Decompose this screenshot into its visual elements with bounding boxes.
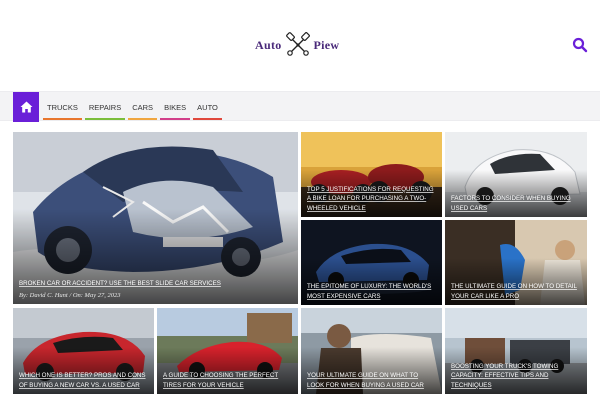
- nav-underline: [193, 118, 222, 120]
- post-caption: TOP 5 JUSTIFICATIONS FOR REQUESTING A BI…: [307, 185, 434, 214]
- post-card[interactable]: THE ULTIMATE GUIDE ON HOW TO DETAIL YOUR…: [445, 220, 587, 305]
- nav-item-trucks[interactable]: TRUCKS: [42, 92, 83, 122]
- post-caption: THE EPITOME OF LUXURY: THE WORLD'S MOST …: [307, 282, 434, 301]
- post-title[interactable]: A GUIDE TO CHOOSING THE PERFECT TIRES FO…: [163, 371, 290, 390]
- nav-item-auto[interactable]: AUTO: [192, 92, 223, 122]
- home-icon: [20, 101, 32, 113]
- post-meta: By: David C. Hunt / On: May 27, 2023: [19, 291, 290, 301]
- nav-item-label: BIKES: [164, 102, 187, 112]
- post-title[interactable]: WHICH ONE IS BETTER? PROS AND CONS OF BU…: [19, 371, 146, 390]
- nav-underline: [43, 118, 82, 120]
- nav-item-label: TRUCKS: [47, 102, 78, 112]
- featured-caption: BROKEN CAR OR ACCIDENT? USE THE BEST SLI…: [19, 279, 290, 300]
- post-card[interactable]: THE EPITOME OF LUXURY: THE WORLD'S MOST …: [301, 220, 442, 305]
- post-title[interactable]: BOOSTING YOUR TRUCK'S TOWING CAPACITY: E…: [451, 362, 579, 391]
- post-date: On: May 27, 2023: [72, 291, 121, 299]
- post-title[interactable]: THE ULTIMATE GUIDE ON HOW TO DETAIL YOUR…: [451, 282, 579, 301]
- post-caption: WHICH ONE IS BETTER? PROS AND CONS OF BU…: [19, 371, 146, 390]
- post-card[interactable]: BOOSTING YOUR TRUCK'S TOWING CAPACITY: E…: [445, 308, 587, 394]
- site-logo[interactable]: Auto Piew: [255, 32, 339, 58]
- post-caption: THE ULTIMATE GUIDE ON HOW TO DETAIL YOUR…: [451, 282, 579, 301]
- post-caption: BOOSTING YOUR TRUCK'S TOWING CAPACITY: E…: [451, 362, 579, 391]
- nav-underline: [160, 118, 191, 120]
- post-card[interactable]: WHICH ONE IS BETTER? PROS AND CONS OF BU…: [13, 308, 154, 394]
- post-caption: FACTORS TO CONSIDER WHEN BUYING USED CAR…: [451, 194, 579, 213]
- post-card[interactable]: TOP 5 JUSTIFICATIONS FOR REQUESTING A BI…: [301, 132, 442, 217]
- nav-item-label: AUTO: [197, 102, 218, 112]
- post-title[interactable]: FACTORS TO CONSIDER WHEN BUYING USED CAR…: [451, 194, 579, 213]
- post-card[interactable]: YOUR ULTIMATE GUIDE ON WHAT TO LOOK FOR …: [301, 308, 442, 394]
- post-title[interactable]: BROKEN CAR OR ACCIDENT? USE THE BEST SLI…: [19, 279, 290, 289]
- nav-underline: [128, 118, 158, 120]
- nav-underline: [84, 118, 126, 120]
- post-caption: YOUR ULTIMATE GUIDE ON WHAT TO LOOK FOR …: [307, 371, 434, 390]
- post-title[interactable]: THE EPITOME OF LUXURY: THE WORLD'S MOST …: [307, 282, 434, 301]
- post-author[interactable]: By: David C. Hunt: [19, 292, 68, 299]
- site-header: Auto Piew: [0, 0, 600, 90]
- nav-item-label: REPAIRS: [88, 102, 122, 112]
- post-title[interactable]: YOUR ULTIMATE GUIDE ON WHAT TO LOOK FOR …: [307, 371, 434, 390]
- logo-text-left: Auto: [255, 37, 282, 52]
- featured-post[interactable]: BROKEN CAR OR ACCIDENT? USE THE BEST SLI…: [13, 132, 298, 304]
- home-button[interactable]: [13, 92, 39, 122]
- post-card[interactable]: FACTORS TO CONSIDER WHEN BUYING USED CAR…: [445, 132, 587, 217]
- post-card[interactable]: A GUIDE TO CHOOSING THE PERFECT TIRES FO…: [157, 308, 298, 394]
- nav-item-cars[interactable]: CARS: [127, 92, 158, 122]
- nav-item-repairs[interactable]: REPAIRS: [84, 92, 126, 122]
- nav-item-label: CARS: [132, 102, 154, 112]
- main-navigation: TRUCKS REPAIRS CARS BIKES AUTO: [0, 91, 600, 122]
- post-title[interactable]: TOP 5 JUSTIFICATIONS FOR REQUESTING A BI…: [307, 185, 434, 214]
- meta-separator: /: [69, 291, 72, 299]
- search-icon[interactable]: [572, 37, 588, 53]
- post-caption: A GUIDE TO CHOOSING THE PERFECT TIRES FO…: [163, 371, 290, 390]
- crossed-pistons-icon: [285, 32, 310, 56]
- logo-text-right: Piew: [313, 37, 340, 52]
- nav-item-bikes[interactable]: BIKES: [159, 92, 191, 122]
